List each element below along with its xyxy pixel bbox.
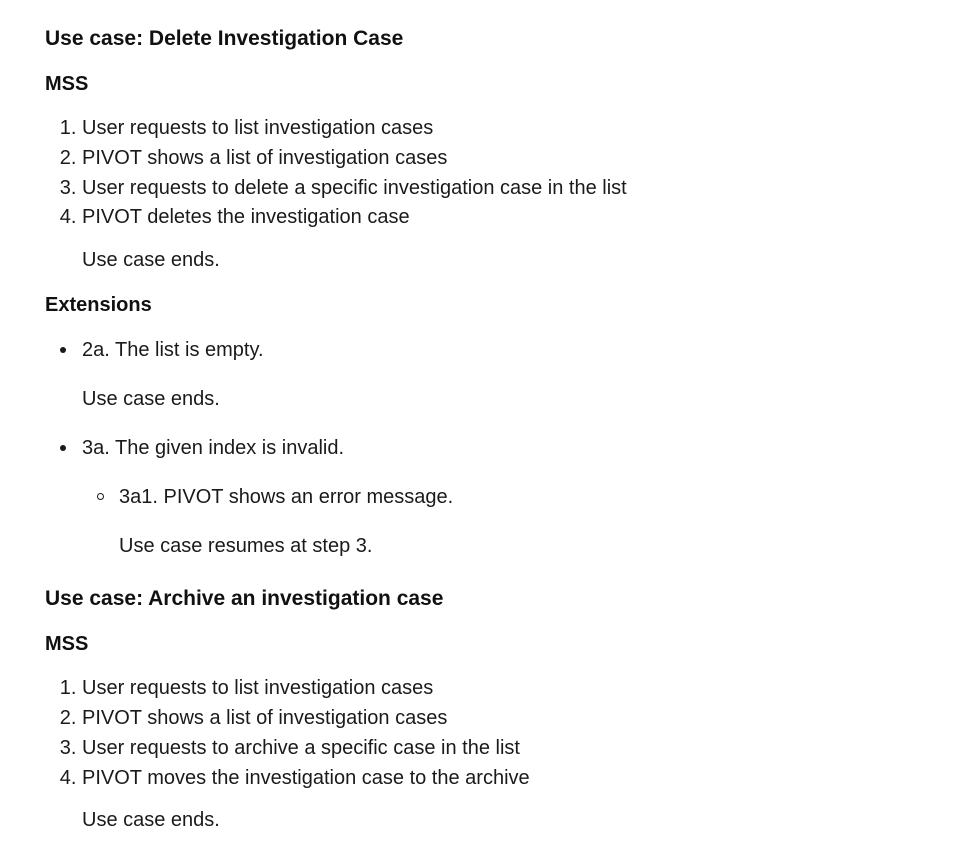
mss-heading: MSS <box>45 73 89 95</box>
extension-text: 2a. The list is empty. <box>82 339 264 362</box>
sub-extension-text: 3a1. PIVOT shows an error message. <box>119 486 454 509</box>
mss-step: User requests to delete a specific inves… <box>82 174 925 204</box>
mss-heading: MSS <box>45 633 89 656</box>
mss-step: User requests to list investigation case… <box>82 674 925 704</box>
extensions-list: 2a. The list is empty. Use case ends. 3a… <box>45 335 925 561</box>
bullet-disc-icon <box>60 347 66 354</box>
mss-step: PIVOT shows a list of investigation case… <box>82 704 925 734</box>
mss-step: User requests to list investigation case… <box>82 114 925 144</box>
extensions-heading: Extensions <box>45 294 152 317</box>
bullet-circle-icon <box>97 493 104 501</box>
extension-text: 3a. The given index is invalid. <box>82 437 345 460</box>
extension-note: Use case ends. <box>82 388 220 411</box>
mss-steps-list: User requests to list investigation case… <box>45 674 925 793</box>
mss-step: PIVOT shows a list of investigation case… <box>82 144 925 174</box>
mss-step: PIVOT deletes the investigation case <box>82 203 925 233</box>
use-case-title: Use case: Delete Investigation Case <box>45 27 404 50</box>
extension-item: 3a. The given index is invalid. 3a1. PIV… <box>60 433 925 561</box>
use-case-ends-note: Use case ends. <box>82 809 220 832</box>
sub-extension-item: 3a1. PIVOT shows an error message. Use c… <box>97 482 925 561</box>
mss-step: PIVOT moves the investigation case to th… <box>82 764 925 794</box>
mss-steps-list: User requests to list investigation case… <box>45 114 925 233</box>
mss-step: User requests to archive a specific case… <box>82 734 925 764</box>
document-page: Use case: Delete Investigation Case MSS … <box>0 0 925 835</box>
extension-item: 2a. The list is empty. Use case ends. <box>60 335 925 414</box>
bullet-disc-icon <box>60 445 66 452</box>
use-case-archive: Use case: Archive an investigation case … <box>45 580 925 835</box>
sub-extension-list: 3a1. PIVOT shows an error message. Use c… <box>82 482 925 561</box>
sub-extension-note: Use case resumes at step 3. <box>119 535 373 558</box>
use-case-title: Use case: Archive an investigation case <box>45 587 444 611</box>
use-case-delete: Use case: Delete Investigation Case MSS … <box>45 20 925 561</box>
use-case-ends-note: Use case ends. <box>82 249 220 272</box>
